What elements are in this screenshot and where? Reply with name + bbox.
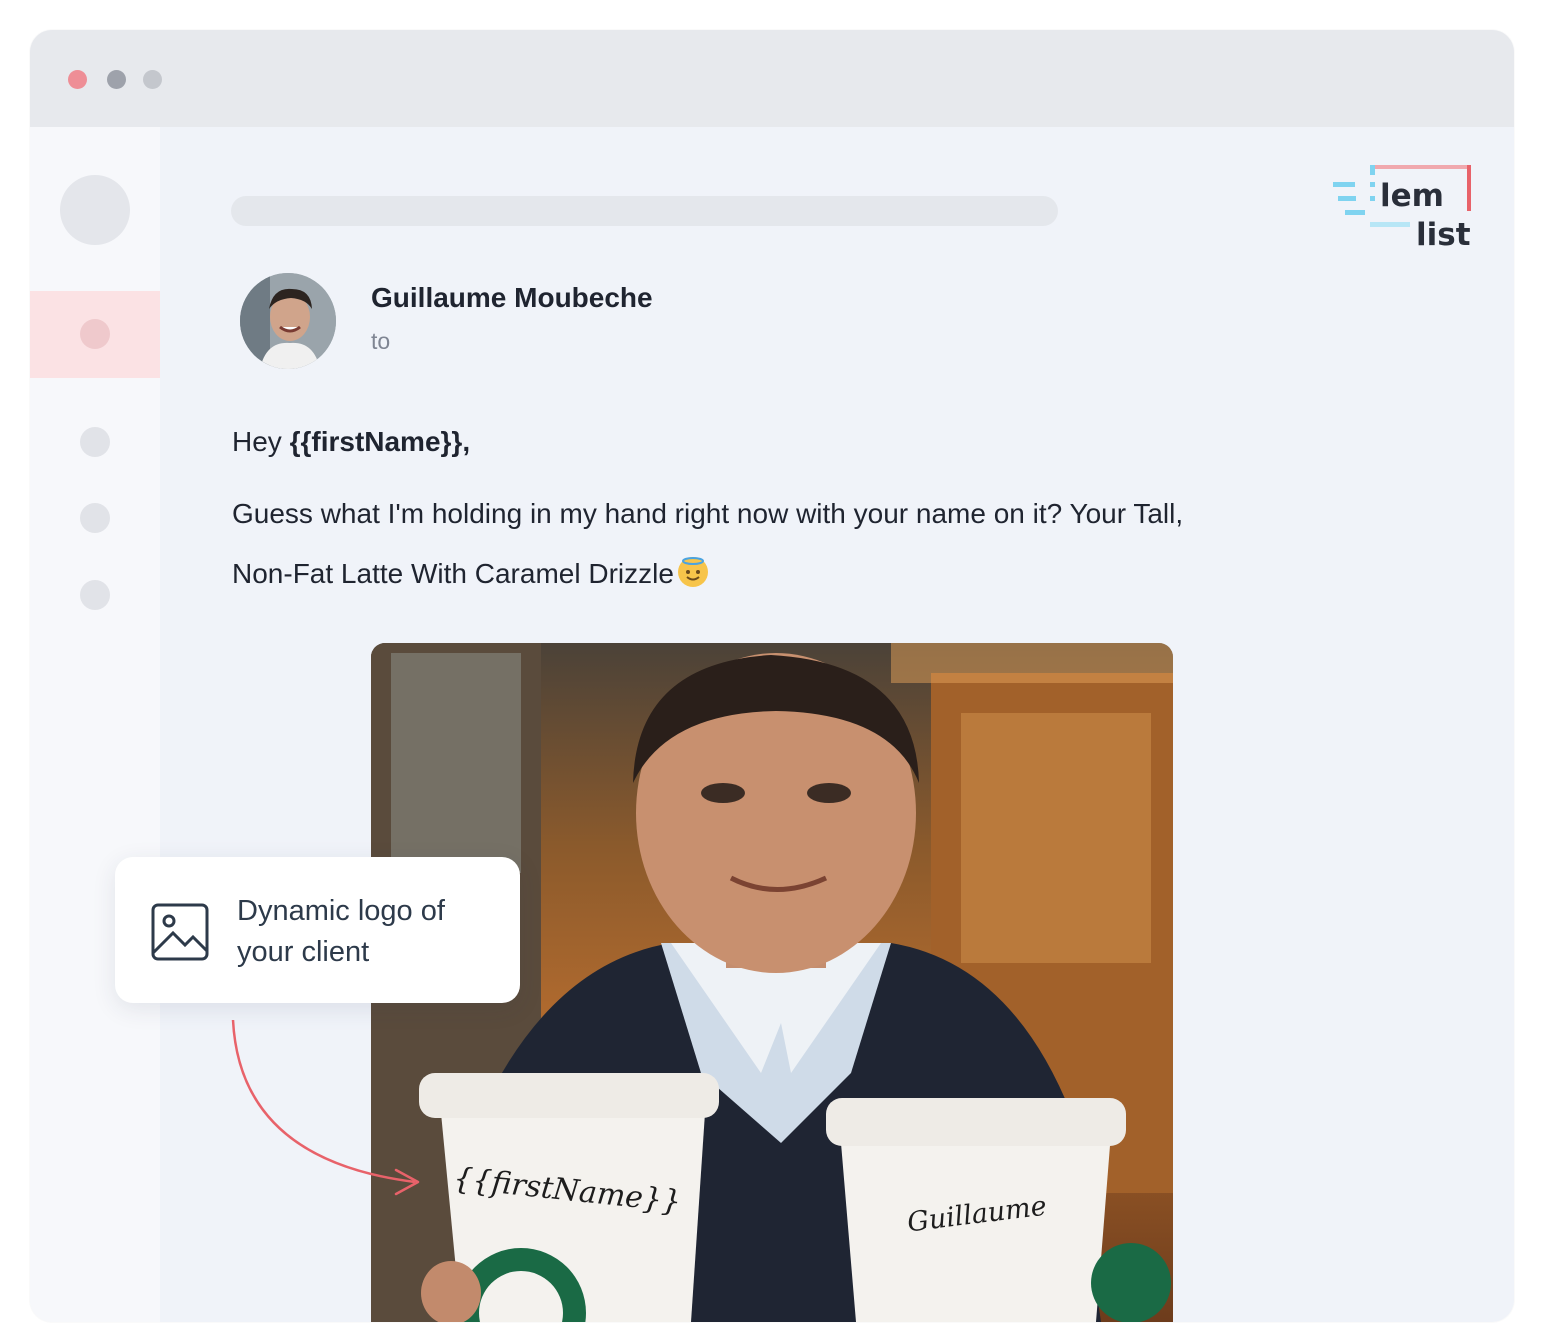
email-body-line-1: Guess what I'm holding in my hand right …: [232, 498, 1184, 529]
sidebar-item-dot[interactable]: [80, 427, 110, 457]
sidebar-item-dot[interactable]: [80, 580, 110, 610]
sidebar: [30, 127, 160, 1322]
sidebar-item-dot: [80, 319, 110, 349]
callout-arrow: [231, 1019, 420, 1196]
sender-name: Guillaume Moubeche: [371, 282, 653, 313]
dynamic-logo-callout: Dynamic logo of your client: [115, 857, 520, 1003]
subject-placeholder-bar: [231, 196, 1058, 226]
image-icon: [151, 903, 209, 961]
callout-arrow-line: [231, 1019, 416, 1184]
email-greeting: Hey {{firstName}},: [232, 426, 470, 458]
sidebar-item-active[interactable]: [30, 291, 160, 378]
lemlist-logo: lem list: [1328, 160, 1488, 260]
first-name-variable: {{firstName}},: [289, 426, 471, 457]
sidebar-avatar-placeholder[interactable]: [60, 175, 130, 245]
logo-word-list: list: [1416, 217, 1471, 253]
maximize-window-dot[interactable]: [143, 70, 162, 89]
recipient-label: to: [371, 328, 391, 354]
sender-avatar-illustration: [240, 273, 336, 369]
callout-text: Dynamic logo of your client: [237, 895, 445, 968]
close-window-dot[interactable]: [68, 70, 87, 89]
sidebar-item-dot[interactable]: [80, 503, 110, 533]
greeting-text: Hey: [232, 426, 290, 457]
email-body-line-2: Non-Fat Latte With Caramel Drizzle: [232, 557, 708, 590]
smiling-face-with-halo-icon: [677, 557, 708, 587]
email-body-line-2-text: Non-Fat Latte With Caramel Drizzle: [232, 558, 674, 589]
minimize-window-dot[interactable]: [107, 70, 126, 89]
sender-avatar[interactable]: [240, 273, 336, 369]
title-bar: [30, 30, 1514, 127]
logo-word-lem: lem: [1380, 178, 1444, 214]
